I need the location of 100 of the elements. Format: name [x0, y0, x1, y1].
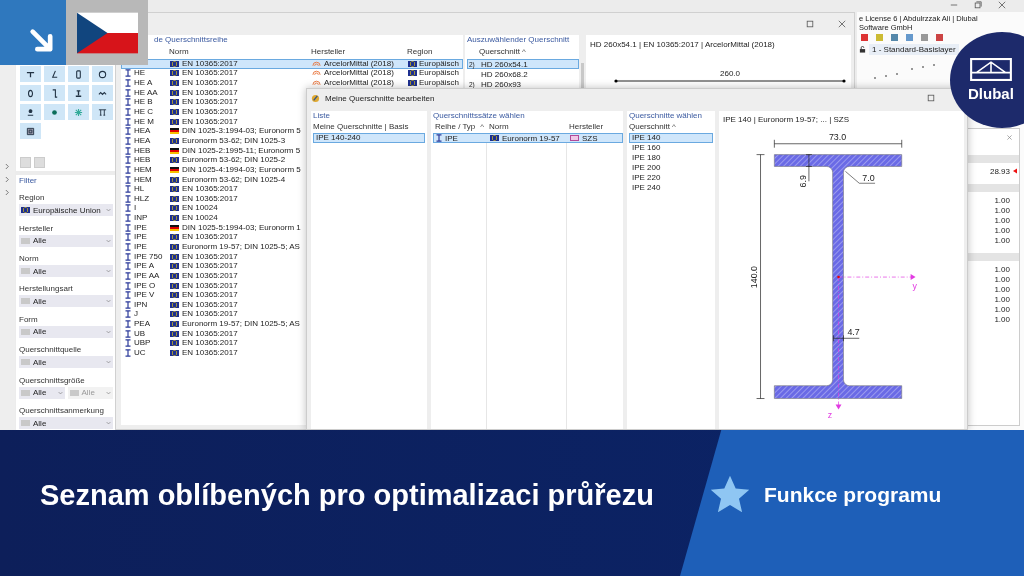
- series-row[interactable]: IPE A EN 10365:2017: [121, 261, 463, 272]
- table-cell: IPE: [445, 133, 458, 143]
- table-cell: EN 10365:2017: [182, 194, 238, 203]
- table-cell: EN 10365:2017: [182, 310, 238, 319]
- series-row[interactable]: IPE O EN 10365:2017: [121, 280, 463, 291]
- series-row[interactable]: UB EN 10365:2017: [121, 328, 463, 339]
- table-cell: IPE AA: [134, 271, 160, 280]
- table-cell: HLZ: [134, 194, 150, 203]
- table-cell: EN 10365:2017: [182, 262, 238, 271]
- table-cell: DIN 1025-5:1994-03; Euronorm 1: [182, 223, 301, 232]
- table-cell: EN 10024: [182, 204, 218, 213]
- filter-dropdown[interactable]: Europäische Union: [19, 204, 113, 217]
- series-row[interactable]: HEM DIN 1025-4:1994-03; Euronorm 5: [121, 165, 463, 175]
- value-cell: 1.00: [994, 215, 1010, 225]
- table-cell: IPE A: [134, 262, 154, 271]
- list-item[interactable]: IPE 240: [629, 183, 713, 193]
- table-cell: HD 260x54.1: [481, 59, 528, 69]
- table-cell: HE: [134, 69, 146, 78]
- column-header[interactable]: Hersteller: [311, 45, 346, 59]
- filter-dropdown[interactable]: Alle: [19, 386, 65, 399]
- dimension-label: 4.7: [847, 327, 860, 338]
- list-item[interactable]: IPE 220: [629, 173, 713, 183]
- table-cell: HEM: [134, 175, 152, 184]
- column-header[interactable]: Norm: [489, 121, 509, 133]
- column-header[interactable]: Querschnitt: [629, 121, 670, 133]
- table-cell: PEA: [134, 320, 150, 329]
- list-item[interactable]: IPE 200: [629, 163, 713, 173]
- series-row[interactable]: HL EN 10365:2017: [121, 184, 463, 194]
- filter-label: Querschnittsgröße: [19, 375, 86, 386]
- series-row[interactable]: EN 10365:2017 ArcelorMittal (2018) Europäisch: [121, 59, 463, 69]
- filter-dropdown[interactable]: Alle: [19, 325, 113, 338]
- series-row[interactable]: HE EN 10365:2017 ArcelorMittal (2018) Europäisch: [121, 68, 463, 79]
- dimension-label: 140.0: [748, 265, 759, 289]
- table-cell: EN 10365:2017: [182, 281, 238, 290]
- series-row[interactable]: HE A EN 10365:2017 ArcelorMittal (2018) Europäisch: [121, 78, 463, 88]
- series-row[interactable]: INP EN 10024: [121, 213, 463, 223]
- table-cell: DIN 1025-2:1995-11; Euronorm 5: [182, 146, 301, 155]
- dimension-label: 260.0: [720, 69, 740, 78]
- series-row[interactable]: IPE V EN 10365:2017: [121, 290, 463, 300]
- filter-dropdown[interactable]: Alle: [19, 356, 113, 369]
- value-cell: 1.00: [994, 235, 1010, 245]
- list-item[interactable]: IPE 180: [629, 153, 713, 163]
- series-row[interactable]: HEM Euronorm 53-62; DIN 1025-4: [121, 174, 463, 185]
- table-cell: EN 10365:2017: [182, 329, 238, 338]
- table-cell: Euronorm 19-57; DIN 1025-5; AS: [182, 243, 300, 251]
- list-item[interactable]: IPE 140: [629, 133, 713, 143]
- series-row[interactable]: HLZ EN 10365:2017: [121, 193, 463, 204]
- series-row[interactable]: UC EN 10365:2017: [121, 348, 463, 358]
- set-row[interactable]: IPE Euronorm 19-57 SZS: [433, 133, 623, 143]
- dimension-label: 7.0: [862, 173, 875, 184]
- table-cell: HD 260x68.2: [481, 69, 528, 79]
- table-cell: EN 10365:2017: [182, 79, 238, 88]
- dimension-label: 73.0: [828, 131, 847, 142]
- filter-dropdown[interactable]: Alle: [19, 234, 113, 247]
- table-cell: HEB: [134, 146, 151, 155]
- series-row[interactable]: HEB Euronorm 53-62; DIN 1025-2: [121, 155, 463, 166]
- filter-label: Region: [19, 193, 46, 204]
- table-cell: IPE O: [134, 281, 156, 290]
- column-header[interactable]: Reihe / Typ: [435, 121, 476, 133]
- table-cell: ArcelorMittal (2018): [324, 69, 394, 78]
- filter-heading: Filter: [19, 175, 38, 186]
- table-cell: HL: [134, 185, 145, 194]
- section-row[interactable]: HD 260x68.2: [467, 69, 579, 79]
- series-row[interactable]: IPN EN 10365:2017: [121, 300, 463, 310]
- series-row[interactable]: IPE DIN 1025-5:1994-03; Euronorm 1: [121, 222, 463, 233]
- series-row[interactable]: HEB DIN 1025-2:1995-11; Euronorm 5: [121, 145, 463, 156]
- series-row[interactable]: IPE EN 10365:2017: [121, 232, 463, 243]
- table-cell: HE M: [134, 117, 154, 126]
- table-cell: HE A: [134, 79, 153, 88]
- table-cell: HEA: [134, 136, 151, 145]
- series-row[interactable]: IPE AA EN 10365:2017: [121, 271, 463, 281]
- column-header[interactable]: Norm: [169, 45, 189, 59]
- filter-dropdown[interactable]: Alle: [19, 265, 113, 278]
- series-row[interactable]: IPE Euronorm 19-57; DIN 1025-5; AS: [121, 242, 463, 252]
- list-item[interactable]: IPE 160: [629, 143, 713, 153]
- value-cell: 1.00: [994, 274, 1010, 284]
- table-cell: UBP: [134, 339, 151, 348]
- column-header[interactable]: Hersteller: [569, 121, 604, 133]
- axis-label: z: [827, 410, 833, 421]
- tag-text: Funkce programu: [764, 483, 942, 507]
- filter-dropdown[interactable]: Alle: [19, 417, 113, 429]
- layer-dropdown[interactable]: 1 - Standard-Basislayer: [869, 44, 959, 55]
- series-row[interactable]: IPE 750 EN 10365:2017: [121, 251, 463, 262]
- table-cell: Euronorm 53-62; DIN 1025-3: [182, 136, 286, 145]
- filter-dropdown[interactable]: Alle: [19, 295, 113, 308]
- series-row[interactable]: I EN 10024: [121, 203, 463, 214]
- column-header[interactable]: Querschnitt: [479, 45, 520, 59]
- table-cell: Euronorm 19-57; DIN 1025-5; AS: [182, 320, 300, 329]
- column-header[interactable]: Region: [407, 45, 433, 59]
- filter-label: Hersteller: [19, 223, 55, 234]
- pane-heading: Querschnittssätze wählen: [433, 111, 526, 121]
- table-cell: DIN 1025-3:1994-03; Euronorm 5: [182, 127, 301, 136]
- table-cell: Euronorm 19-57: [502, 133, 560, 143]
- series-row[interactable]: PEA Euronorm 19-57; DIN 1025-5; AS: [121, 319, 463, 329]
- preview-title: HD 260x54.1 | EN 10365:2017 | ArcelorMittal (2018): [590, 40, 776, 49]
- series-row[interactable]: UBP EN 10365:2017: [121, 338, 463, 349]
- list-item[interactable]: IPE 140-240: [313, 133, 425, 143]
- column-header[interactable]: Meine Querschnitte | Basis: [313, 121, 409, 133]
- series-row[interactable]: J EN 10365:2017: [121, 309, 463, 320]
- table-cell: HEB: [134, 156, 151, 165]
